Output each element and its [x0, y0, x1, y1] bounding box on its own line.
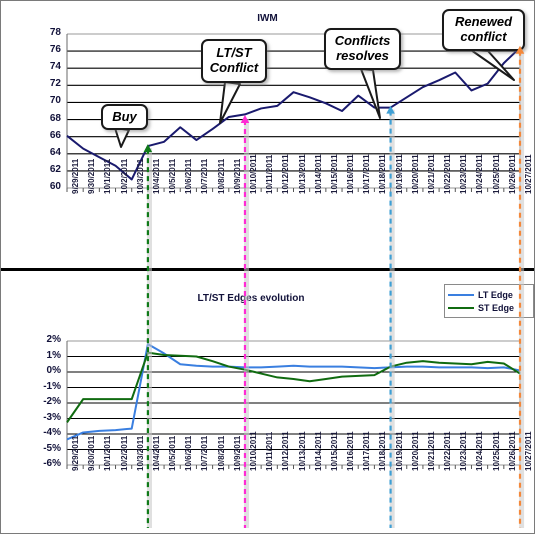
iwm-y-tick: 68	[49, 112, 61, 124]
edges-x-tick: 10/4/2011	[151, 435, 161, 471]
edges-x-tick: 10/22/2011	[443, 431, 453, 471]
callout-resolves: Conflicts resolves	[324, 28, 401, 70]
edges-x-tick: 10/5/2011	[168, 435, 178, 471]
iwm-x-tick: 10/17/2011	[362, 154, 372, 194]
iwm-x-tick: 10/18/2011	[378, 154, 388, 194]
iwm-x-tick: 10/12/2011	[281, 154, 291, 194]
screenshot-root: IWM 78 76 74 72 70 68 66 64 62 60 9/29/2011 9/30/2…	[0, 0, 535, 534]
legend-label: ST Edge	[478, 302, 515, 313]
edges-y-tick: 0%	[46, 365, 61, 376]
iwm-x-tick: 10/13/2011	[297, 154, 307, 194]
iwm-x-tick: 10/20/2011	[410, 154, 420, 194]
edges-x-tick: 10/23/2011	[459, 431, 469, 471]
edges-x-tick: 10/6/2011	[184, 435, 194, 471]
legend-entry: LT Edge	[448, 288, 528, 301]
iwm-y-tick: 76	[49, 44, 61, 56]
edges-x-tick: 10/27/2011	[524, 431, 533, 471]
edges-x-tick: 10/17/2011	[362, 431, 372, 471]
iwm-x-tick: 10/25/2011	[491, 154, 501, 194]
iwm-x-tick: 10/23/2011	[459, 154, 469, 194]
iwm-y-tick: 72	[49, 78, 61, 90]
edges-x-tick: 10/25/2011	[491, 431, 501, 471]
iwm-x-tick: 10/5/2011	[168, 158, 178, 194]
iwm-y-tick: 78	[49, 27, 61, 38]
iwm-x-tick: 10/1/2011	[103, 158, 113, 194]
edges-y-tick: 2%	[46, 334, 61, 345]
iwm-x-tick: 10/14/2011	[313, 154, 323, 194]
iwm-y-tick: 74	[49, 61, 61, 73]
iwm-x-tick: 10/10/2011	[248, 154, 258, 194]
edges-x-tick: 10/14/2011	[313, 431, 323, 471]
iwm-y-tick: 62	[49, 163, 61, 175]
edges-x-tick: 10/7/2011	[200, 435, 210, 471]
edges-x-tick: 10/12/2011	[281, 431, 291, 471]
edges-x-tick: 10/8/2011	[216, 435, 226, 471]
callout-text: LT/ST Conflict	[209, 45, 259, 75]
edges-y-tick: -2%	[43, 396, 61, 407]
callout-text: Conflicts resolves	[334, 33, 391, 63]
iwm-x-tick: 10/15/2011	[329, 154, 339, 194]
iwm-x-tick: 10/19/2011	[394, 154, 404, 194]
callout-buy: Buy	[101, 104, 148, 130]
callout-renewed: Renewed conflict	[442, 9, 525, 51]
edges-legend: LT Edge ST Edge	[444, 284, 534, 318]
iwm-x-tick: 10/8/2011	[216, 158, 226, 194]
iwm-x-tick: 10/27/2011	[524, 154, 533, 194]
edges-x-tick: 9/30/2011	[87, 435, 97, 471]
iwm-y-tick: 70	[49, 95, 61, 107]
iwm-x-tick: 10/4/2011	[151, 158, 161, 194]
iwm-x-tick: 10/7/2011	[200, 158, 210, 194]
callout-text: Renewed conflict	[454, 14, 513, 44]
iwm-y-tick: 66	[49, 129, 61, 141]
callout-ltst: LT/ST Conflict	[201, 39, 267, 83]
edges-x-tick: 10/1/2011	[103, 435, 113, 471]
edges-x-tick: 10/11/2011	[265, 431, 275, 471]
iwm-x-tick: 10/11/2011	[265, 154, 275, 194]
edges-y-tick: 1%	[46, 349, 61, 361]
iwm-x-tick: 10/24/2011	[475, 154, 485, 194]
edges-x-tick: 10/24/2011	[475, 431, 485, 471]
edges-y-tick: -4%	[43, 427, 61, 438]
legend-entry: ST Edge	[448, 301, 528, 314]
edges-x-tick: 10/16/2011	[346, 431, 356, 471]
edges-x-tick: 10/3/2011	[135, 435, 145, 471]
iwm-x-tick: 10/3/2011	[135, 158, 145, 194]
edges-x-tick: 10/21/2011	[426, 431, 436, 471]
iwm-x-tick: 10/26/2011	[507, 154, 517, 194]
legend-swatch	[448, 293, 474, 296]
iwm-x-tick: 10/16/2011	[346, 154, 356, 194]
iwm-x-tick: 10/9/2011	[232, 158, 242, 194]
iwm-y-tick: 64	[49, 146, 61, 158]
edges-y-tick: -6%	[43, 458, 61, 469]
iwm-x-tick: 9/29/2011	[71, 158, 80, 194]
iwm-x-tick: 10/22/2011	[443, 154, 453, 194]
edges-x-tick: 10/9/2011	[232, 435, 242, 471]
edges-x-tick: 10/26/2011	[507, 431, 517, 471]
edges-x-tick: 10/20/2011	[410, 431, 420, 471]
edges-chart-panel: LT/ST Edges evolution 2% 1% 0% -1% -2% -3% -4%…	[1, 268, 534, 534]
edges-y-tick: -3%	[43, 411, 61, 423]
edges-x-tick: 10/10/2011	[248, 431, 258, 471]
iwm-x-tick: 10/6/2011	[184, 158, 194, 194]
iwm-x-tick: 9/30/2011	[87, 158, 97, 194]
edges-x-tick: 10/15/2011	[329, 431, 339, 471]
edges-x-tick: 10/2/2011	[119, 435, 129, 471]
edges-y-tick: -5%	[43, 442, 61, 454]
edges-y-tick: -1%	[43, 380, 61, 392]
legend-label: LT Edge	[478, 289, 513, 300]
edges-x-tick: 10/18/2011	[378, 431, 388, 471]
iwm-chart-panel: IWM 78 76 74 72 70 68 66 64 62 60 9/29/2011 9/30/2…	[1, 1, 534, 267]
edges-x-tick: 10/13/2011	[297, 431, 307, 471]
callout-text: Buy	[112, 108, 137, 124]
iwm-x-tick: 10/21/2011	[426, 154, 436, 194]
iwm-x-tick: 10/2/2011	[119, 158, 129, 194]
edges-x-tick: 9/29/2011	[71, 435, 80, 471]
edges-x-tick: 10/19/2011	[394, 431, 404, 471]
iwm-y-tick: 60	[49, 181, 61, 192]
legend-swatch	[448, 306, 474, 309]
